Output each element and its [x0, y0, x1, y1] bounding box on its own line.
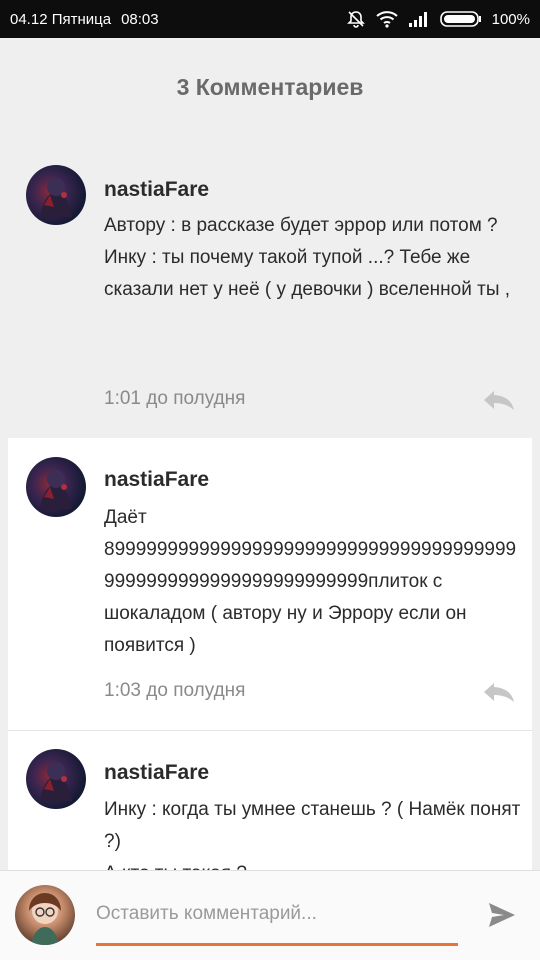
silent-bell-icon [346, 9, 366, 29]
send-icon[interactable] [488, 902, 516, 928]
battery-level: 100% [491, 10, 530, 28]
status-time: 08:03 [121, 10, 159, 28]
status-date: 04.12 Пятница [10, 10, 112, 28]
comment-text: Даёт 89999999999999999999999999999999999… [104, 507, 517, 656]
comment-input[interactable]: Оставить комментарий... [96, 903, 458, 925]
comment-input-underline [96, 943, 458, 946]
comment-time: 1:03 до полудня [104, 680, 246, 701]
reply-icon[interactable] [482, 389, 516, 411]
comment-username[interactable]: nastiaFare [104, 761, 209, 785]
battery-icon [439, 10, 482, 28]
avatar[interactable] [26, 749, 86, 809]
comment-text: Автору : в рассказе будет эррор или пото… [104, 215, 511, 300]
my-avatar[interactable] [15, 885, 75, 945]
signal-icon [408, 10, 430, 28]
wifi-icon [375, 10, 398, 28]
comment-username[interactable]: nastiaFare [104, 468, 209, 492]
comment-username[interactable]: nastiaFare [104, 178, 209, 202]
avatar[interactable] [26, 457, 86, 517]
comment-item: nastiaFare Инку : когда ты умнее станешь… [8, 731, 532, 870]
comment-time: 1:01 до полудня [104, 388, 246, 409]
page-title: 3 Комментариев [176, 74, 364, 100]
avatar[interactable] [26, 165, 86, 225]
status-bar: 04.12 Пятница 08:03 100% [0, 0, 540, 38]
comment-text: Инку : когда ты умнее станешь ? ( Намёк … [104, 799, 521, 870]
comment-item: nastiaFare Автору : в рассказе будет эрр… [8, 150, 532, 438]
comment-item: nastiaFare Даёт 899999999999999999999999… [8, 438, 532, 730]
comment-composer: Оставить комментарий... [0, 870, 540, 960]
reply-icon[interactable] [482, 681, 516, 703]
